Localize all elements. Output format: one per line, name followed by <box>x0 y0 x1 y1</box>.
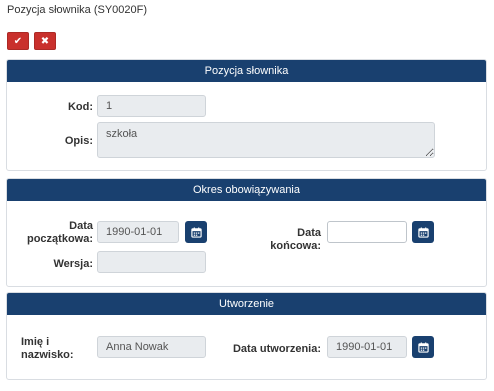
page-title: Pozycja słownika (SY0020F) <box>7 4 148 16</box>
end-date-field[interactable] <box>327 221 407 243</box>
creator-name-label: Imię i nazwisko: <box>7 336 87 362</box>
creator-name-label-line1: Imię i <box>21 336 50 348</box>
kod-label: Kod: <box>67 101 93 113</box>
confirm-button[interactable]: ✔ <box>7 32 29 50</box>
start-date-label-line1: Data <box>69 220 93 232</box>
opis-label: Opis: <box>64 135 93 147</box>
opis-field[interactable]: szkoła <box>97 122 435 158</box>
start-date-label: Data początkowa: <box>7 220 93 246</box>
creation-panel: Utworzenie Imię i nazwisko: Anna Nowak D… <box>6 292 487 380</box>
validity-panel: Okres obowiązywania Data początkowa: 199… <box>6 178 487 287</box>
creator-name-field[interactable]: Anna Nowak <box>97 336 206 358</box>
end-date-calendar-button[interactable] <box>412 221 434 243</box>
kod-field[interactable]: 1 <box>97 95 206 117</box>
start-date-label-line2: początkowa: <box>26 233 93 245</box>
calendar-icon <box>190 226 202 238</box>
calendar-icon <box>417 341 429 353</box>
close-icon: ✖ <box>40 35 50 47</box>
check-icon: ✔ <box>13 35 23 47</box>
panel-title-creation: Utworzenie <box>7 293 486 315</box>
creation-date-field[interactable]: 1990-01-01 <box>327 336 407 358</box>
cancel-button[interactable]: ✖ <box>34 32 56 50</box>
end-date-label: Data końcowa: <box>270 227 321 252</box>
creator-name-label-line2: nazwisko: <box>21 349 74 361</box>
version-label: Wersja: <box>53 258 93 270</box>
creation-date-label: Data utworzenia: <box>232 343 321 355</box>
panel-title-validity: Okres obowiązywania <box>7 179 486 201</box>
panel-title-item: Pozycja słownika <box>7 60 486 82</box>
start-date-calendar-button[interactable] <box>185 221 207 243</box>
version-field[interactable] <box>97 251 206 273</box>
start-date-field[interactable]: 1990-01-01 <box>97 221 179 243</box>
dictionary-item-panel: Pozycja słownika Kod: 1 Opis: szkoła <box>6 59 487 171</box>
creation-date-calendar-button[interactable] <box>412 336 434 358</box>
calendar-icon <box>417 226 429 238</box>
